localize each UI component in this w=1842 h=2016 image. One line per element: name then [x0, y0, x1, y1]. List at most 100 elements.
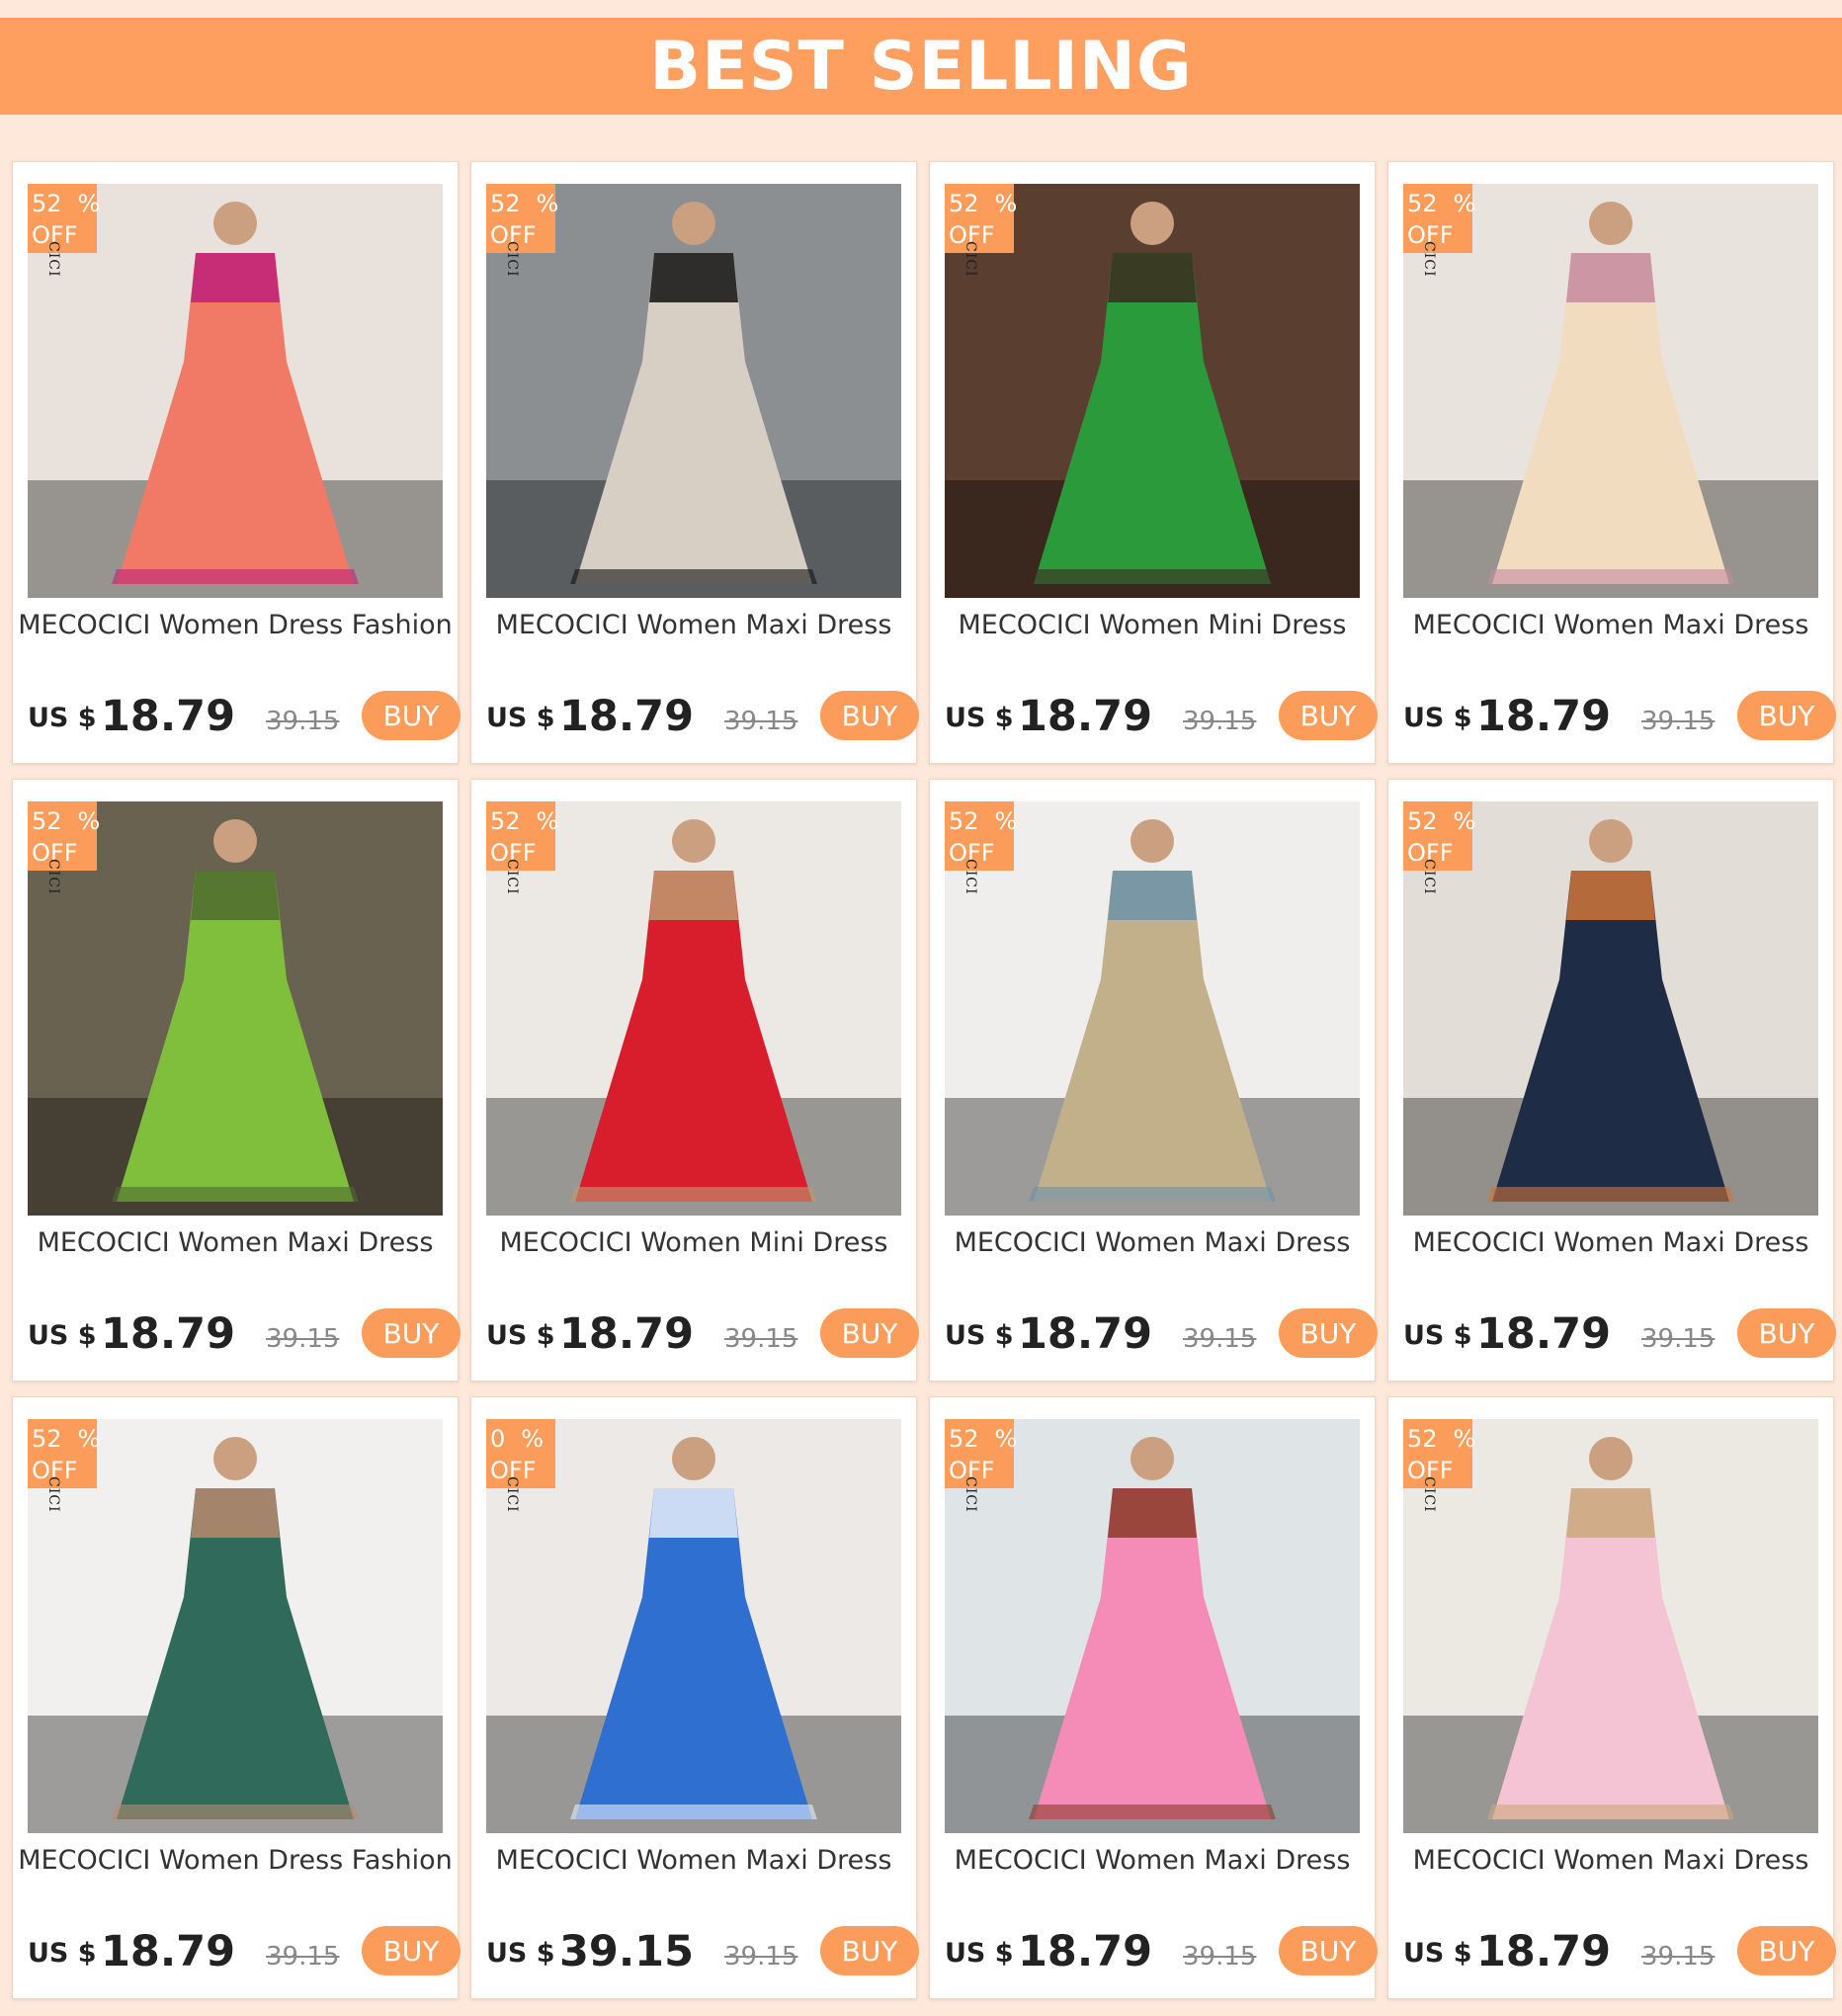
original-price: 39.15	[1641, 1942, 1716, 1972]
product-card[interactable]: 52 % OFF CICI MECOCICI Women Maxi Dress …	[12, 779, 460, 1382]
price-row: US $ 18.79 39.15 BUY	[486, 1306, 919, 1362]
discount-percent: 52	[949, 807, 979, 835]
product-image[interactable]: 52 % OFF CICI	[1403, 801, 1818, 1216]
product-image[interactable]: 52 % OFF CICI	[28, 801, 443, 1216]
brand-watermark: CICI	[963, 1476, 978, 1513]
buy-button[interactable]: BUY	[820, 691, 919, 740]
product-image[interactable]: 52 % OFF CICI	[945, 184, 1360, 598]
percent-symbol: %	[521, 1425, 544, 1453]
brand-watermark: CICI	[504, 1476, 520, 1513]
currency-label: US $	[1403, 1320, 1472, 1351]
percent-symbol: %	[77, 1425, 101, 1453]
price-row: US $ 18.79 39.15 BUY	[945, 689, 1378, 744]
percent-symbol: %	[994, 190, 1018, 217]
currency-label: US $	[945, 703, 1014, 733]
product-image[interactable]: 52 % OFF CICI	[945, 1419, 1360, 1833]
discount-badge: 52 % OFF	[28, 1419, 100, 1488]
product-card[interactable]: 52 % OFF CICI MECOCICI Women Maxi Dress …	[1387, 779, 1836, 1382]
currency-label: US $	[1403, 1938, 1472, 1969]
buy-button[interactable]: BUY	[362, 1308, 460, 1358]
sale-price: 18.79	[101, 1309, 236, 1359]
product-card[interactable]: 52 % OFF CICI MECOCICI Women Maxi Dress …	[1387, 1396, 1836, 1999]
buy-button[interactable]: BUY	[820, 1926, 919, 1975]
off-label: OFF	[32, 1457, 78, 1484]
product-title[interactable]: MECOCICI Women Maxi Dress	[1388, 1845, 1833, 1876]
product-card[interactable]: 52 % OFF CICI MECOCICI Women Maxi Dress …	[929, 779, 1378, 1382]
buy-button[interactable]: BUY	[820, 1308, 919, 1358]
sale-price: 18.79	[1018, 692, 1153, 741]
percent-symbol: %	[1453, 1425, 1476, 1453]
product-card[interactable]: 52 % OFF CICI MECOCICI Women Dress Fashi…	[12, 1396, 460, 1999]
product-image[interactable]: 52 % OFF CICI	[1403, 184, 1818, 598]
buy-button[interactable]: BUY	[362, 691, 460, 740]
original-price: 39.15	[1183, 1324, 1257, 1354]
product-image[interactable]: 52 % OFF CICI	[486, 801, 901, 1216]
product-image[interactable]: 52 % OFF CICI	[486, 184, 901, 598]
discount-percent: 52	[949, 1425, 979, 1453]
original-price: 39.15	[724, 1324, 798, 1354]
original-price: 39.15	[1183, 1942, 1257, 1972]
price-row: US $ 18.79 39.15 BUY	[28, 1924, 460, 1979]
buy-button[interactable]: BUY	[1279, 1308, 1378, 1358]
original-price: 39.15	[724, 707, 798, 736]
product-image[interactable]: 0 % OFF CICI	[486, 1419, 901, 1833]
product-image[interactable]: 52 % OFF CICI	[1403, 1419, 1818, 1833]
original-price: 39.15	[1641, 707, 1716, 736]
product-image[interactable]: 52 % OFF CICI	[28, 184, 443, 598]
product-card[interactable]: 52 % OFF CICI MECOCICI Women Mini Dress …	[929, 161, 1378, 764]
product-card[interactable]: 52 % OFF CICI MECOCICI Women Mini Dress …	[470, 779, 919, 1382]
original-price: 39.15	[1641, 1324, 1716, 1354]
buy-button[interactable]: BUY	[1737, 1308, 1836, 1358]
percent-symbol: %	[77, 807, 101, 835]
product-card[interactable]: 52 % OFF CICI MECOCICI Women Maxi Dress …	[929, 1396, 1378, 1999]
discount-percent: 52	[32, 807, 62, 835]
product-title[interactable]: MECOCICI Women Maxi Dress	[1388, 610, 1833, 640]
brand-watermark: CICI	[504, 241, 520, 278]
discount-badge: 52 % OFF	[28, 184, 100, 253]
percent-symbol: %	[536, 190, 559, 217]
price-row: US $ 18.79 39.15 BUY	[1403, 1306, 1836, 1362]
off-label: OFF	[490, 221, 537, 249]
product-image[interactable]: 52 % OFF CICI	[28, 1419, 443, 1833]
sale-price: 39.15	[559, 1927, 695, 1976]
discount-percent: 52	[490, 807, 521, 835]
product-title[interactable]: MECOCICI Women Maxi Dress	[930, 1227, 1375, 1258]
product-title[interactable]: MECOCICI Women Maxi Dress	[1388, 1227, 1833, 1258]
product-grid: 52 % OFF CICI MECOCICI Women Dress Fashi…	[12, 161, 1836, 1999]
buy-button[interactable]: BUY	[1279, 691, 1378, 740]
product-title[interactable]: MECOCICI Women Dress Fashion	[13, 1845, 458, 1876]
buy-button[interactable]: BUY	[1279, 1926, 1378, 1975]
product-title[interactable]: MECOCICI Women Maxi Dress	[471, 610, 916, 640]
percent-symbol: %	[994, 1425, 1018, 1453]
brand-watermark: CICI	[45, 859, 61, 895]
currency-label: US $	[1403, 703, 1472, 733]
product-title[interactable]: MECOCICI Women Mini Dress	[930, 610, 1375, 640]
buy-button[interactable]: BUY	[1737, 1926, 1836, 1975]
off-label: OFF	[949, 839, 995, 867]
original-price: 39.15	[724, 1942, 798, 1972]
product-card[interactable]: 52 % OFF CICI MECOCICI Women Dress Fashi…	[12, 161, 460, 764]
product-title[interactable]: MECOCICI Women Maxi Dress	[471, 1845, 916, 1876]
product-title[interactable]: MECOCICI Women Maxi Dress	[930, 1845, 1375, 1876]
sale-price: 18.79	[1476, 692, 1612, 741]
brand-watermark: CICI	[1421, 859, 1437, 895]
sale-price: 18.79	[559, 1309, 695, 1359]
price-row: US $ 18.79 39.15 BUY	[1403, 689, 1836, 744]
discount-badge: 0 % OFF	[486, 1419, 555, 1488]
buy-button[interactable]: BUY	[362, 1926, 460, 1975]
price-row: US $ 18.79 39.15 BUY	[945, 1924, 1378, 1979]
discount-badge: 52 % OFF	[28, 801, 100, 871]
product-card[interactable]: 52 % OFF CICI MECOCICI Women Maxi Dress …	[470, 161, 919, 764]
product-card[interactable]: 0 % OFF CICI MECOCICI Women Maxi Dress U…	[470, 1396, 919, 1999]
product-title[interactable]: MECOCICI Women Maxi Dress	[13, 1227, 458, 1258]
brand-watermark: CICI	[963, 241, 978, 278]
brand-watermark: CICI	[1421, 1476, 1437, 1513]
product-title[interactable]: MECOCICI Women Dress Fashion	[13, 610, 458, 640]
product-image[interactable]: 52 % OFF CICI	[945, 801, 1360, 1216]
discount-badge: 52 % OFF	[486, 184, 558, 253]
product-card[interactable]: 52 % OFF CICI MECOCICI Women Maxi Dress …	[1387, 161, 1836, 764]
sale-price: 18.79	[101, 1927, 236, 1976]
off-label: OFF	[1407, 221, 1454, 249]
buy-button[interactable]: BUY	[1737, 691, 1836, 740]
product-title[interactable]: MECOCICI Women Mini Dress	[471, 1227, 916, 1258]
